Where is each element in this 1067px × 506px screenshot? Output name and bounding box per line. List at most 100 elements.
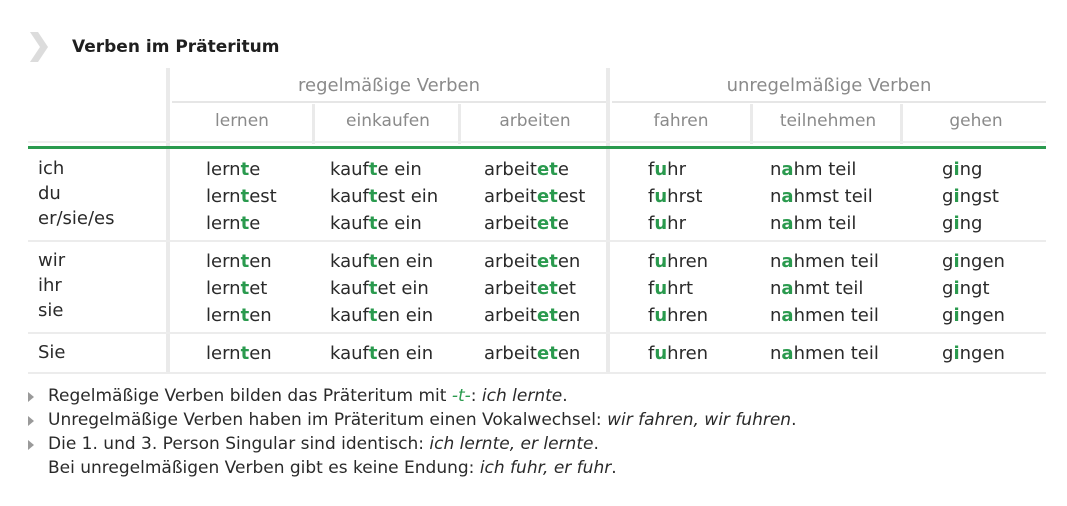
pronoun-label: ihr — [38, 275, 62, 296]
highlighted-ending: a — [781, 343, 794, 364]
highlighted-ending: a — [781, 186, 794, 207]
verb-form: nahmen teil — [770, 251, 879, 273]
verb-part: arbeit — [484, 278, 537, 299]
verb-form: lerntet — [206, 278, 267, 300]
note-item: Regelmäßige Verben bilden das Präteritum… — [26, 384, 797, 408]
highlighted-ending: t — [368, 251, 378, 272]
note-text: : — [470, 386, 482, 406]
verb-part: e — [249, 159, 261, 180]
verb-form: arbeiteten — [484, 305, 580, 327]
pronoun-label: du — [38, 183, 61, 204]
verb-part: n — [770, 186, 782, 207]
verb-part: hr — [667, 213, 686, 234]
verb-part: et — [557, 278, 576, 299]
group-header: unregelmäßige Verben — [726, 75, 932, 96]
verb-form: kauften ein — [330, 305, 433, 327]
verb-part: lern — [206, 251, 241, 272]
verb-part: hmen teil — [793, 343, 879, 364]
verb-form: arbeiteten — [484, 251, 580, 273]
verb-part: lern — [206, 186, 241, 207]
verb-part: n — [770, 305, 782, 326]
column-header-teilnehmen: teilnehmen — [779, 111, 877, 131]
verb-part: est — [557, 186, 586, 207]
verb-part: hr — [667, 159, 686, 180]
highlighted-ending: a — [781, 305, 794, 326]
highlighted-ending: et — [537, 186, 558, 207]
column-header-gehen: gehen — [949, 111, 1003, 131]
highlighted-ending: u — [654, 159, 668, 180]
verb-form: nahmt teil — [770, 278, 863, 300]
verb-part: hmen teil — [793, 251, 879, 272]
verb-part: g — [942, 159, 954, 180]
verb-part: arbeit — [484, 213, 537, 234]
highlighted-ending: u — [654, 305, 668, 326]
verb-part: e — [557, 213, 569, 234]
highlighted-ending: a — [781, 159, 794, 180]
verb-part: g — [942, 213, 954, 234]
verb-form: gingen — [942, 305, 1005, 327]
verb-part: arbeit — [484, 305, 537, 326]
header-separator — [900, 104, 903, 144]
note-text: Die 1. und 3. Person Singular sind ident… — [48, 434, 430, 454]
row-separator — [28, 332, 1046, 334]
verb-form: fuhr — [648, 213, 686, 235]
verb-form: gingen — [942, 251, 1005, 273]
column-header-fahren: fahren — [653, 111, 709, 131]
verb-form: fuhrt — [648, 278, 693, 300]
verb-form: kauftest ein — [330, 186, 438, 208]
verb-part: ng — [959, 213, 983, 234]
verb-part: lern — [206, 343, 241, 364]
note-text: Regelmäßige Verben bilden das Präteritum… — [48, 386, 452, 406]
note-text: Unregelmäßige Verben haben im Präteritum… — [48, 410, 608, 430]
highlighted-ending: t — [240, 213, 250, 234]
note-text: . — [562, 386, 568, 406]
note-item: Bei unregelmäßigen Verben gibt es keine … — [26, 456, 797, 480]
verb-form: lernte — [206, 213, 260, 235]
pronoun-label: wir — [38, 250, 66, 271]
verb-part: arbeit — [484, 159, 537, 180]
verb-part: arbeit — [484, 343, 537, 364]
verb-form: fuhrst — [648, 186, 702, 208]
highlighted-ending: u — [654, 213, 668, 234]
verb-form: gingst — [942, 186, 999, 208]
verb-part: e ein — [377, 159, 422, 180]
verb-part: hrt — [667, 278, 694, 299]
verb-part: g — [942, 251, 954, 272]
bullet-triangle-icon — [28, 416, 34, 426]
pronoun-label: ich — [38, 158, 65, 179]
suffix-marker: -t- — [451, 386, 471, 406]
verb-form: nahm teil — [770, 159, 856, 181]
example-text: wir fahren, wir fuhren — [607, 410, 792, 430]
verb-form: nahmst teil — [770, 186, 873, 208]
verb-form: arbeitete — [484, 159, 569, 181]
highlighted-ending: t — [240, 186, 250, 207]
verb-form: kauften ein — [330, 343, 433, 365]
verb-part: est — [249, 186, 277, 207]
verb-part: arbeit — [484, 251, 537, 272]
verb-form: nahmen teil — [770, 305, 879, 327]
verb-part: hmst teil — [793, 186, 873, 207]
highlighted-ending: t — [368, 343, 378, 364]
example-text: ich fuhr, er fuhr — [479, 458, 612, 478]
verb-part: arbeit — [484, 186, 537, 207]
example-text: ich lernte — [481, 386, 563, 406]
verb-part: n — [770, 213, 782, 234]
highlighted-ending: t — [240, 305, 250, 326]
verb-part: ngen — [959, 251, 1005, 272]
highlighted-ending: t — [368, 159, 378, 180]
verb-part: ngt — [959, 278, 990, 299]
verb-form: fuhren — [648, 305, 708, 327]
column-header-arbeiten: arbeiten — [499, 111, 571, 131]
verb-part: n — [770, 278, 782, 299]
note-item: Die 1. und 3. Person Singular sind ident… — [26, 432, 797, 456]
verb-part: hren — [667, 343, 709, 364]
header-rule — [28, 146, 1046, 149]
verb-part: en ein — [377, 251, 434, 272]
verb-part: g — [942, 305, 954, 326]
pronoun-label: Sie — [38, 342, 66, 363]
highlighted-ending: t — [368, 186, 378, 207]
verb-part: ngst — [959, 186, 999, 207]
note-text: . — [791, 410, 797, 430]
note-item: Unregelmäßige Verben haben im Präteritum… — [26, 408, 797, 432]
bullet-triangle-icon — [28, 440, 34, 450]
